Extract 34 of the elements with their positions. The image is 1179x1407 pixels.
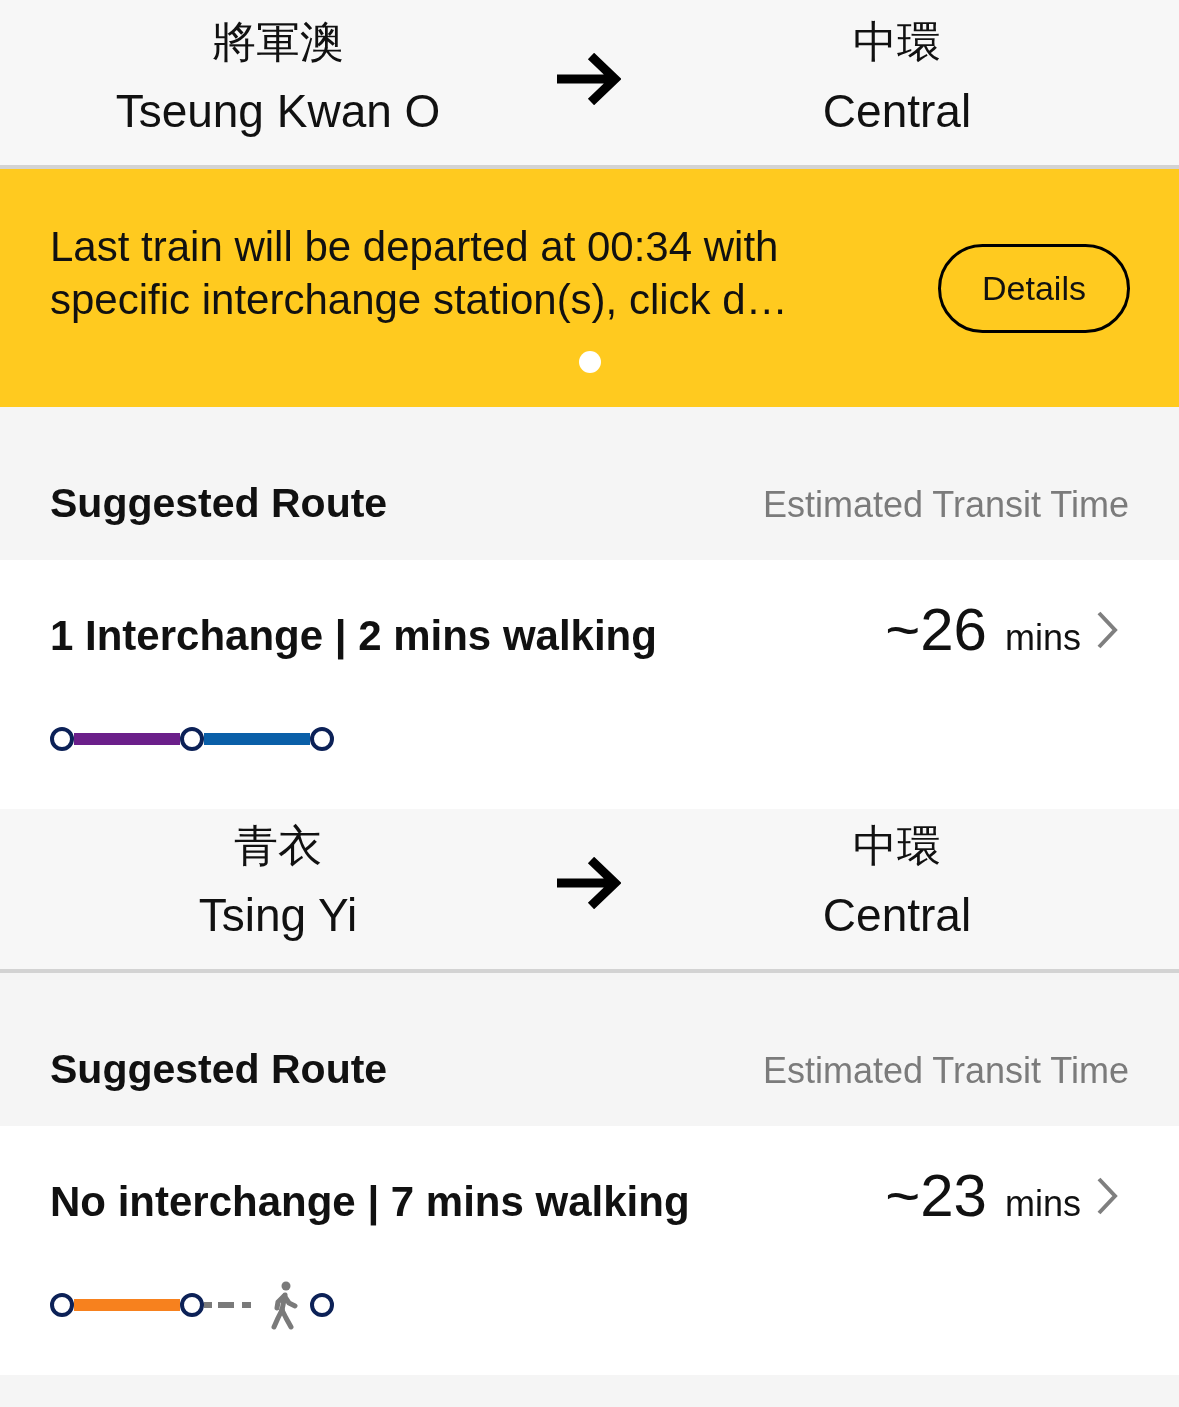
transit-time-value: ~26 [885, 600, 987, 660]
station-name-chinese: 中環 [853, 16, 941, 68]
station-name-english: Tseung Kwan O [115, 84, 441, 139]
station-marker-icon [180, 727, 204, 751]
station-marker-icon [310, 727, 334, 751]
details-button[interactable]: Details [938, 244, 1130, 333]
arrow-right-icon [557, 857, 621, 909]
station-name-english: Tsing Yi [198, 888, 358, 943]
section-title: Suggested Route [50, 479, 388, 528]
notice-text: Last train will be departed at 00:34 with specific interchange station(s), click d… [50, 222, 789, 325]
transit-time-unit: mins [1005, 620, 1081, 656]
walking-person-icon [271, 1280, 299, 1330]
route-card[interactable]: 1 Interchange | 2 mins walking ~26 mins [0, 560, 1179, 809]
chevron-right-icon[interactable] [1096, 1176, 1118, 1216]
station-name-chinese: 青衣 [234, 820, 322, 872]
section-label: Estimated Transit Time [762, 483, 1129, 527]
route-card[interactable]: No interchange | 7 mins walking ~23 mins [0, 1126, 1179, 1375]
route-summary: 1 Interchange | 2 mins walking [50, 611, 657, 662]
section-title: Suggested Route [50, 1045, 388, 1094]
chevron-right-icon[interactable] [1096, 610, 1118, 650]
station-name-english: Central [822, 84, 972, 139]
station-name-chinese: 將軍澳 [212, 16, 344, 68]
station-marker-icon [310, 1293, 334, 1317]
walking-path-line [204, 1302, 251, 1308]
transit-time-value: ~23 [885, 1166, 987, 1226]
station-name-english: Central [822, 888, 972, 943]
station-marker-icon [50, 727, 74, 751]
station-name-chinese: 中環 [853, 820, 941, 872]
station-marker-icon [50, 1293, 74, 1317]
arrow-right-icon [557, 53, 621, 105]
station-marker-icon [180, 1293, 204, 1317]
section-label: Estimated Transit Time [762, 1049, 1129, 1093]
transit-time-unit: mins [1005, 1186, 1081, 1222]
route-summary: No interchange | 7 mins walking [50, 1177, 690, 1228]
